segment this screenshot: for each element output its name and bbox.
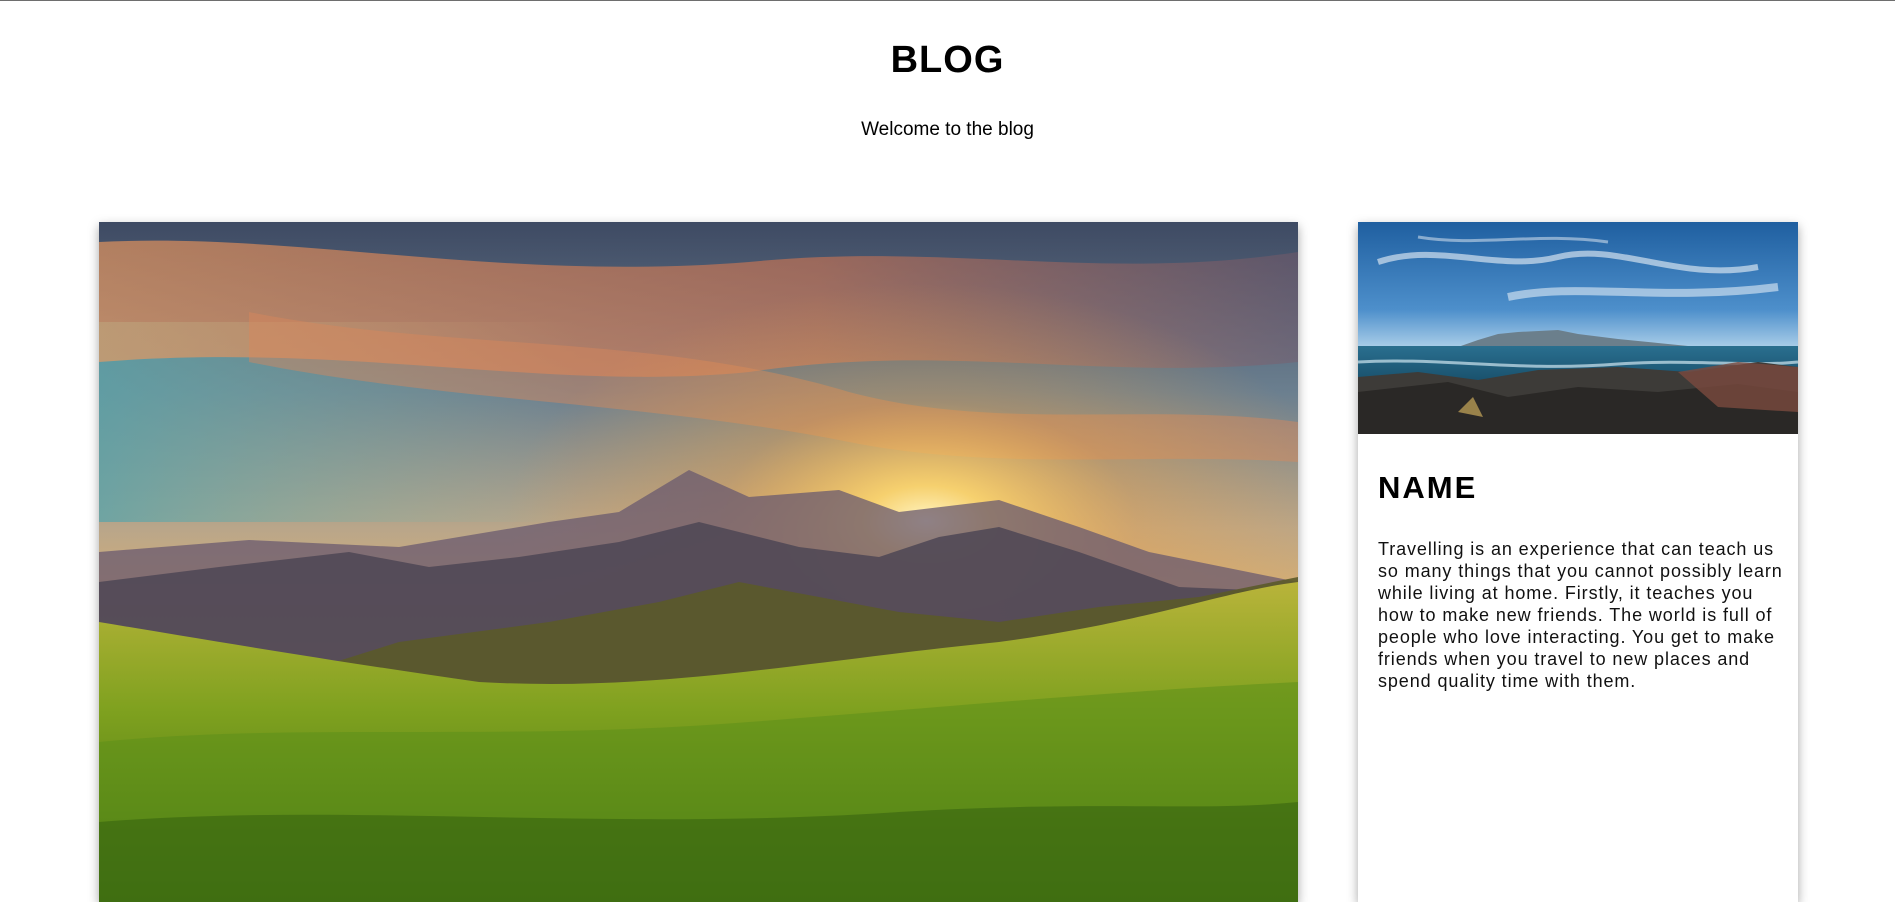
page-subtitle: Welcome to the blog	[861, 119, 1034, 140]
page-title: BLOG	[890, 39, 1005, 81]
blog-card[interactable]: NAME Travelling is an experience that ca…	[1358, 222, 1798, 902]
card-title: NAME	[1378, 470, 1478, 505]
card-body-text: Travelling is an experience that can tea…	[1378, 539, 1783, 691]
card-image	[1358, 222, 1798, 434]
hero-image	[99, 222, 1298, 902]
top-divider	[0, 0, 1895, 1]
